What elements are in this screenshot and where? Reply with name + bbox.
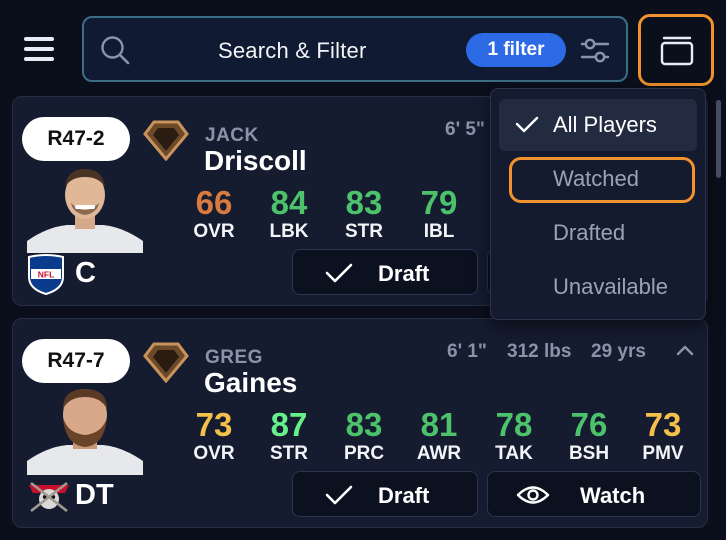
player-card[interactable]: R47-7 GREG Gaines 6' 1" 312 lbs 29 yrs D… [12, 318, 708, 528]
search-filter-bar[interactable]: Search & Filter 1 filter [82, 16, 628, 82]
bronze-diamond-badge-icon [143, 342, 189, 383]
sliders-icon[interactable] [580, 35, 610, 65]
player-filter-dropdown: All Players Watched Drafted Unavailable [490, 88, 706, 320]
stat-value: 66 [195, 184, 233, 221]
player-position: C [75, 257, 96, 289]
player-position: DT [75, 479, 114, 511]
stat-label: LBK [269, 221, 309, 242]
dropdown-item-label: Watched [553, 166, 640, 191]
stat-label: TAK [495, 443, 533, 464]
card-view-icon [660, 36, 694, 66]
stat-value: 73 [195, 406, 233, 443]
stat-label: PRC [343, 443, 385, 464]
dropdown-item-unavailable[interactable]: Unavailable [499, 261, 697, 313]
bronze-diamond-badge-icon [143, 120, 189, 161]
stat-value: 87 [270, 406, 308, 443]
eye-icon [516, 486, 550, 504]
watch-button-label: Watch [580, 483, 646, 508]
player-headshot [27, 161, 143, 253]
player-height: 6' 1" [447, 341, 487, 362]
draft-button-label: Draft [378, 261, 430, 286]
draft-button[interactable]: Draft [292, 249, 478, 295]
view-toggle-button[interactable] [638, 14, 714, 86]
stat-ibl: 79 IBL [404, 185, 474, 243]
stat-pmv: 73 PMV [628, 407, 698, 465]
stat-prc: 83 PRC [329, 407, 399, 465]
stat-label: STR [345, 221, 383, 242]
dropdown-item-watched[interactable]: Watched [499, 153, 697, 205]
stat-lbk: 84 LBK [254, 185, 324, 243]
draft-pick-pill: R47-7 [22, 339, 130, 383]
player-last-name: Driscoll [204, 145, 307, 176]
stat-str: 87 STR [254, 407, 324, 465]
player-age: 29 yrs [591, 341, 646, 362]
player-last-name: Gaines [204, 367, 298, 398]
buccaneers-logo-icon [29, 481, 69, 513]
player-height: 6' 5" [445, 119, 485, 140]
stat-bsh: 76 BSH [554, 407, 624, 465]
search-filter-label: Search & Filter [218, 38, 367, 63]
draft-pick-pill: R47-2 [22, 117, 130, 161]
dropdown-item-label: All Players [553, 112, 657, 137]
scrollbar-thumb[interactable] [716, 100, 721, 178]
checkmark-icon [325, 263, 353, 283]
dropdown-item-drafted[interactable]: Drafted [499, 207, 697, 259]
stat-label: BSH [568, 443, 610, 464]
dropdown-item-all-players[interactable]: All Players [499, 99, 697, 151]
player-first-name: JACK [205, 125, 259, 146]
stat-label: OVR [193, 221, 235, 242]
player-weight: 312 lbs [507, 341, 572, 362]
draft-button-label: Draft [378, 483, 430, 508]
stat-value: 78 [495, 406, 533, 443]
stat-label: PMV [642, 443, 684, 464]
stat-ovr: 66 OVR [179, 185, 249, 243]
hamburger-menu-icon[interactable] [22, 33, 60, 67]
filter-count-badge[interactable]: 1 filter [466, 33, 566, 67]
checkmark-icon [325, 485, 353, 505]
player-headshot [27, 383, 143, 475]
player-first-name: GREG [205, 347, 263, 368]
chevron-up-icon[interactable] [675, 343, 695, 357]
stat-value: 79 [420, 184, 458, 221]
stat-label: OVR [193, 443, 235, 464]
stat-value: 81 [420, 406, 458, 443]
dropdown-item-label: Unavailable [553, 274, 668, 299]
draft-button[interactable]: Draft [292, 471, 478, 517]
checkmark-icon [515, 116, 539, 133]
stat-label: STR [270, 443, 308, 464]
stat-label: AWR [416, 443, 462, 464]
stat-tak: 78 TAK [479, 407, 549, 465]
stat-value: 83 [345, 406, 383, 443]
stat-str: 83 STR [329, 185, 399, 243]
nfl-logo-icon: NFL [28, 254, 64, 295]
svg-text:NFL: NFL [38, 270, 55, 280]
stat-label: IBL [423, 221, 455, 242]
stat-value: 73 [644, 406, 682, 443]
stat-value: 83 [345, 184, 383, 221]
stat-value: 84 [270, 184, 308, 221]
watch-button[interactable]: Watch [487, 471, 701, 517]
stat-awr: 81 AWR [404, 407, 474, 465]
stat-ovr: 73 OVR [179, 407, 249, 465]
search-icon [101, 36, 130, 65]
dropdown-item-label: Drafted [553, 220, 626, 245]
stat-value: 76 [570, 406, 608, 443]
